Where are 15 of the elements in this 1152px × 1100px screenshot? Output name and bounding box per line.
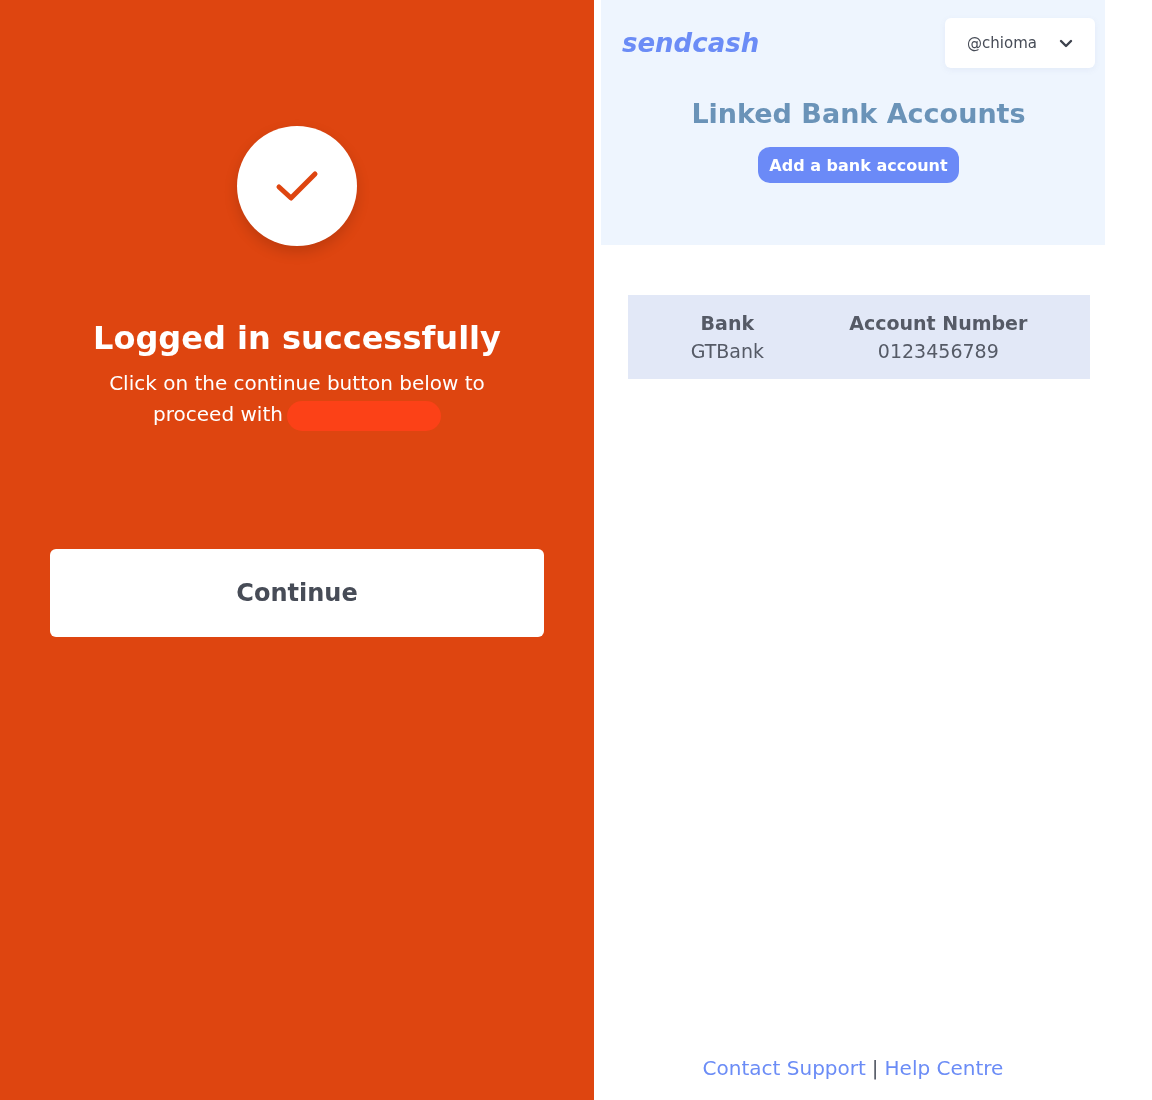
footer-link[interactable]: Help Centre (884, 1056, 1004, 1080)
separator: | (871, 1056, 879, 1080)
table-cell-text: GTBank (690, 339, 764, 364)
column-header: Account Number (849, 311, 1028, 336)
user-menu[interactable]: @chioma (945, 18, 1095, 68)
logo[interactable]: sendcash (622, 28, 760, 58)
add-account-button[interactable]: Add a bank account (758, 147, 959, 183)
section-title: Linked Bank Accounts (691, 98, 1026, 129)
success-title: Logged in successfully (93, 318, 501, 359)
continue-button[interactable]: Continue (50, 548, 544, 637)
table-cell-text: 0123456789 (877, 339, 999, 364)
chevron-down-icon (1059, 38, 1073, 48)
success-message: Click on the continue button below to proceed with (77, 368, 517, 431)
column-header: Bank (700, 311, 755, 336)
footer-link[interactable]: Contact Support (702, 1056, 866, 1080)
